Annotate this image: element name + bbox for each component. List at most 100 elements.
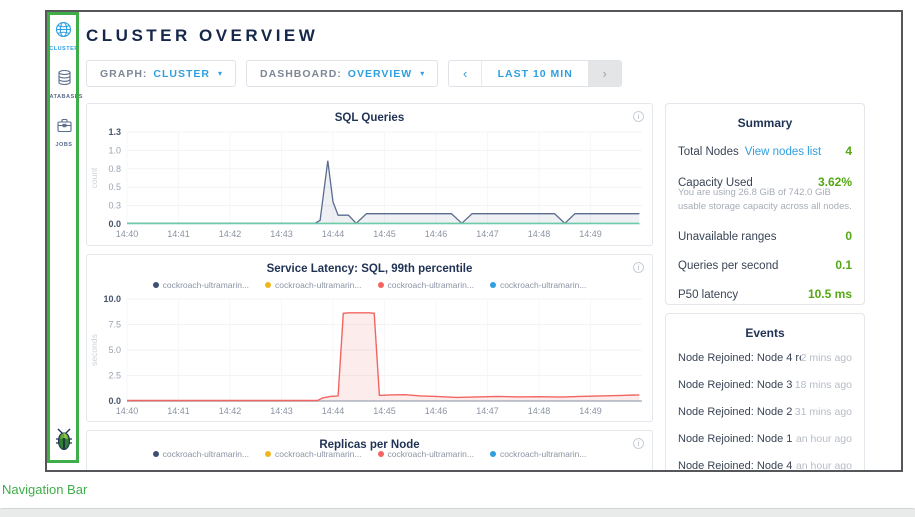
view-nodes-list-link[interactable]: View nodes list xyxy=(745,146,822,158)
svg-text:14:45: 14:45 xyxy=(373,229,396,239)
graph-dropdown-label: GRAPH: xyxy=(100,68,147,80)
event-row: Node Rejoined: Node 1 rej... an hour ago xyxy=(678,425,852,452)
capacity-used-subtext: You are using 26.8 GiB of 742.0 GiB usab… xyxy=(678,186,852,221)
series-dot-icon xyxy=(490,451,496,457)
svg-text:10.0: 10.0 xyxy=(103,294,121,304)
svg-text:0.3: 0.3 xyxy=(108,201,121,211)
svg-text:0.0: 0.0 xyxy=(108,219,121,229)
globe-icon xyxy=(55,21,72,43)
chevron-down-icon: ▾ xyxy=(420,69,424,78)
chart-legend: cockroach-ultramarin... cockroach-ultram… xyxy=(87,278,652,291)
svg-text:14:41: 14:41 xyxy=(167,406,190,416)
bottom-strip xyxy=(0,508,915,517)
legend-entry: cockroach-ultramarin... xyxy=(490,447,586,460)
summary-row-unavailable-ranges: Unavailable ranges 0 xyxy=(678,221,852,250)
sidebar-item-jobs[interactable]: JOBS xyxy=(56,117,73,148)
summary-row-queries-per-second: Queries per second 0.1 xyxy=(678,250,852,279)
time-range-prev-button[interactable]: ‹ xyxy=(449,61,482,86)
info-icon[interactable]: i xyxy=(633,262,644,273)
svg-text:1.3: 1.3 xyxy=(108,127,121,137)
svg-text:14:45: 14:45 xyxy=(373,406,396,416)
annotation-label: Navigation Bar xyxy=(2,482,87,497)
dashboard-content: SQL Queries i 0.00.30.50.81.01.314:4014:… xyxy=(86,103,901,470)
svg-text:0.8: 0.8 xyxy=(108,164,121,174)
legend-entry: cockroach-ultramarin... xyxy=(378,278,474,291)
svg-text:7.5: 7.5 xyxy=(108,320,121,330)
sidebar-item-cluster[interactable]: CLUSTER xyxy=(49,21,78,52)
svg-text:14:43: 14:43 xyxy=(270,229,293,239)
main-content: CLUSTER OVERVIEW GRAPH: CLUSTER ▾ DASHBO… xyxy=(81,12,901,470)
navigation-sidebar: CLUSTER DATABASES JOBS xyxy=(47,12,81,470)
service-latency-chart: Service Latency: SQL, 99th percentile i … xyxy=(86,254,653,422)
event-row: Node Rejoined: Node 3 rej... 18 mins ago xyxy=(678,371,852,398)
dashboard-dropdown-label: DASHBOARD: xyxy=(260,68,342,80)
summary-row-p50-latency: P50 latency 10.5 ms xyxy=(678,279,852,308)
admin-ui-window: CLUSTER DATABASES JOBS xyxy=(45,10,903,472)
sidebar-item-databases[interactable]: DATABASES xyxy=(45,69,83,100)
svg-text:seconds: seconds xyxy=(89,334,99,366)
info-icon[interactable]: i xyxy=(633,111,644,122)
legend-entry: cockroach-ultramarin... xyxy=(378,447,474,460)
series-dot-icon xyxy=(378,451,384,457)
svg-text:14:42: 14:42 xyxy=(219,229,242,239)
legend-entry: cockroach-ultramarin... xyxy=(265,278,361,291)
sidebar-item-label: JOBS xyxy=(56,142,73,148)
summary-panel: Summary Total NodesView nodes list 4 Cap… xyxy=(665,103,865,305)
series-dot-icon xyxy=(153,451,159,457)
replicas-per-node-chart: Replicas per Node i cockroach-ultramarin… xyxy=(86,430,653,470)
svg-text:14:49: 14:49 xyxy=(579,406,602,416)
legend-entry: cockroach-ultramarin... xyxy=(153,447,249,460)
events-title: Events xyxy=(678,314,852,344)
svg-text:14:42: 14:42 xyxy=(219,406,242,416)
series-dot-icon xyxy=(265,451,271,457)
svg-text:14:44: 14:44 xyxy=(322,406,345,416)
sql-queries-chart: SQL Queries i 0.00.30.50.81.01.314:4014:… xyxy=(86,103,653,246)
svg-text:14:47: 14:47 xyxy=(476,229,499,239)
replicas-per-node-chart-canvas[interactable]: 400 xyxy=(87,467,652,470)
event-row: Node Rejoined: Node 4 rej... 2 mins ago xyxy=(678,344,852,371)
series-dot-icon xyxy=(378,282,384,288)
chart-title: Service Latency: SQL, 99th percentile xyxy=(87,255,652,275)
chart-legend: cockroach-ultramarin... cockroach-ultram… xyxy=(87,447,652,460)
summary-title: Summary xyxy=(678,104,852,134)
svg-text:1.0: 1.0 xyxy=(108,145,121,155)
time-range-label[interactable]: LAST 10 MIN xyxy=(482,61,588,86)
svg-text:0.5: 0.5 xyxy=(108,182,121,192)
dashboard-dropdown-value: OVERVIEW xyxy=(348,68,412,80)
svg-text:0.0: 0.0 xyxy=(108,396,121,406)
series-dot-icon xyxy=(265,282,271,288)
svg-text:14:41: 14:41 xyxy=(167,229,190,239)
graph-dropdown[interactable]: GRAPH: CLUSTER ▾ xyxy=(86,60,236,87)
dashboard-dropdown[interactable]: DASHBOARD: OVERVIEW ▾ xyxy=(246,60,438,87)
right-column: Summary Total NodesView nodes list 4 Cap… xyxy=(665,103,865,470)
svg-text:14:47: 14:47 xyxy=(476,406,499,416)
event-row: Node Rejoined: Node 4 rej... an hour ago xyxy=(678,452,852,470)
chevron-down-icon: ▾ xyxy=(218,69,222,78)
time-range-selector: ‹ LAST 10 MIN › xyxy=(448,60,622,87)
svg-text:14:40: 14:40 xyxy=(116,229,139,239)
svg-text:14:43: 14:43 xyxy=(270,406,293,416)
legend-entry: cockroach-ultramarin... xyxy=(153,278,249,291)
svg-text:14:44: 14:44 xyxy=(322,229,345,239)
event-row: Node Rejoined: Node 2 rej... 31 mins ago xyxy=(678,398,852,425)
svg-text:count: count xyxy=(89,167,99,188)
svg-text:2.5: 2.5 xyxy=(108,371,121,381)
series-dot-icon xyxy=(153,282,159,288)
briefcase-icon xyxy=(56,117,73,139)
cockroachdb-logo[interactable] xyxy=(54,427,74,456)
databases-icon xyxy=(56,69,73,91)
svg-text:14:48: 14:48 xyxy=(528,229,551,239)
service-latency-chart-canvas[interactable]: 0.0 2.5 5.0 7.5 10.0 14:40 14:41 14:42 14:43 14:4… xyxy=(87,291,652,418)
page-title: CLUSTER OVERVIEW xyxy=(86,26,901,46)
controls-row: GRAPH: CLUSTER ▾ DASHBOARD: OVERVIEW ▾ ‹… xyxy=(86,60,901,87)
legend-entry: cockroach-ultramarin... xyxy=(265,447,361,460)
legend-entry: cockroach-ultramarin... xyxy=(490,278,586,291)
svg-text:5.0: 5.0 xyxy=(108,345,121,355)
svg-text:14:40: 14:40 xyxy=(116,406,139,416)
sidebar-item-label: CLUSTER xyxy=(49,46,78,52)
graph-dropdown-value: CLUSTER xyxy=(153,68,210,80)
charts-column: SQL Queries i 0.00.30.50.81.01.314:4014:… xyxy=(86,103,653,470)
svg-text:14:46: 14:46 xyxy=(425,229,448,239)
sql-queries-chart-canvas[interactable]: 0.0 0.3 0.5 0.8 1.0 1.3 14:40 14:41 14:42 14:43 14… xyxy=(87,124,652,241)
svg-text:14:48: 14:48 xyxy=(528,406,551,416)
